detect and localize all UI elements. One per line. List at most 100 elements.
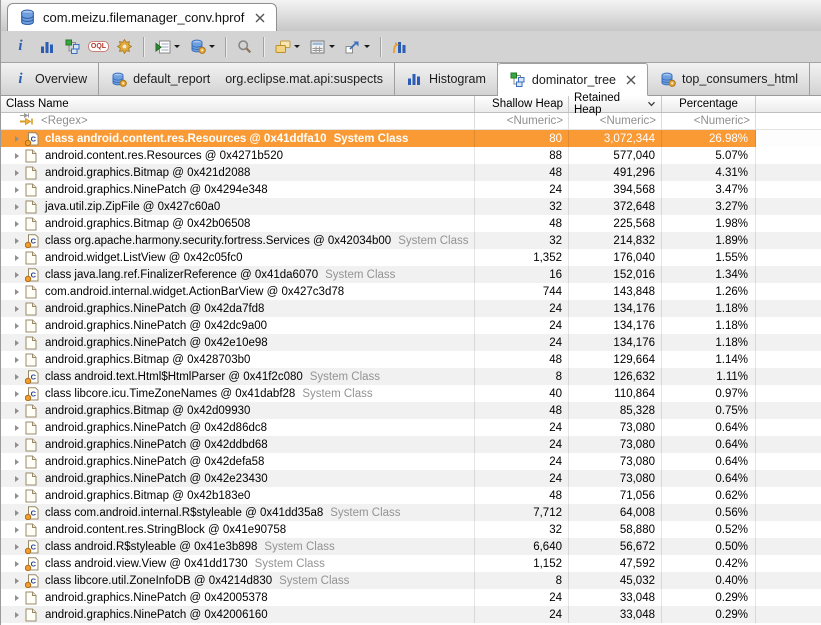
expand-toggle-icon[interactable] — [15, 204, 19, 210]
table-row[interactable]: android.graphics.NinePatch @ 0x42e234302… — [1, 470, 821, 487]
toolbar-dominator-tree-button[interactable] — [60, 35, 85, 59]
table-row[interactable]: android.graphics.Bitmap @ 0x421d20884849… — [1, 164, 821, 181]
expand-toggle-icon[interactable] — [15, 510, 19, 516]
toolbar-heap-dump-overview-button[interactable]: i — [8, 35, 33, 59]
expand-toggle-icon[interactable] — [15, 153, 19, 159]
table-row[interactable]: android.graphics.Bitmap @ 0x42b065084822… — [1, 215, 821, 232]
table-row[interactable]: android.graphics.Bitmap @ 0x42b183e04871… — [1, 487, 821, 504]
expand-toggle-icon[interactable] — [15, 374, 19, 380]
table-row[interactable]: android.graphics.NinePatch @ 0x4294e3482… — [1, 181, 821, 198]
dropdown-arrow-icon[interactable] — [364, 45, 370, 48]
regex-filter-input[interactable]: <Regex> — [1, 113, 475, 129]
table-row[interactable]: com.android.internal.widget.ActionBarVie… — [1, 283, 821, 300]
close-icon[interactable] — [255, 13, 265, 23]
class-name-cell: android.graphics.NinePatch @ 0x42e10e98 — [1, 334, 475, 351]
toolbar-expert-system-button[interactable] — [112, 35, 137, 59]
toolbar-group-result-by-button[interactable] — [270, 35, 304, 59]
column-header-class-name[interactable]: Class Name — [1, 96, 475, 112]
table-row[interactable]: android.graphics.Bitmap @ 0x428703b04812… — [1, 351, 821, 368]
table-row[interactable]: android.graphics.NinePatch @ 0x420061602… — [1, 606, 821, 623]
tab-default_report[interactable]: default_reportorg.eclipse.mat.api:suspec… — [99, 63, 395, 95]
table-row[interactable]: Cclass libcore.icu.TimeZoneNames @ 0x41d… — [1, 385, 821, 402]
expand-toggle-icon[interactable] — [15, 578, 19, 584]
expand-toggle-icon[interactable] — [15, 425, 19, 431]
object-label: class java.lang.ref.FinalizerReference @… — [45, 269, 318, 281]
table-row[interactable]: android.graphics.NinePatch @ 0x42defa582… — [1, 453, 821, 470]
table-row[interactable]: Cclass java.lang.ref.FinalizerReference … — [1, 266, 821, 283]
table-row[interactable]: android.graphics.NinePatch @ 0x42ddbd682… — [1, 436, 821, 453]
table-row[interactable]: android.graphics.NinePatch @ 0x420053782… — [1, 589, 821, 606]
expand-toggle-icon[interactable] — [15, 238, 19, 244]
expand-toggle-icon[interactable] — [15, 459, 19, 465]
editor-tab[interactable]: com.meizu.filemanager_conv.hprof — [7, 3, 277, 31]
table-row[interactable]: android.content.res.Resources @ 0x4271b5… — [1, 147, 821, 164]
expand-toggle-icon[interactable] — [15, 221, 19, 227]
expand-toggle-icon[interactable] — [15, 527, 19, 533]
expand-toggle-icon[interactable] — [15, 476, 19, 482]
system-class-badge: System Class — [302, 388, 372, 400]
table-row[interactable]: Cclass android.text.Html$HtmlParser @ 0x… — [1, 368, 821, 385]
table-row[interactable]: android.graphics.NinePatch @ 0x42da7fd82… — [1, 300, 821, 317]
expand-toggle-icon[interactable] — [15, 187, 19, 193]
table-row[interactable]: Cclass android.content.res.Resources @ 0… — [1, 130, 821, 147]
table-row[interactable]: android.graphics.NinePatch @ 0x42d86dc82… — [1, 419, 821, 436]
column-header-retained-heap[interactable]: Retained Heap — [569, 96, 662, 112]
expand-toggle-icon[interactable] — [15, 340, 19, 346]
tab-Overview[interactable]: iOverview — [1, 63, 99, 95]
expand-toggle-icon[interactable] — [15, 595, 19, 601]
table-row[interactable]: android.graphics.Bitmap @ 0x42d099304885… — [1, 402, 821, 419]
percentage-cell: 0.52% — [662, 521, 756, 538]
filter-empty — [756, 113, 821, 129]
dropdown-arrow-icon[interactable] — [294, 45, 300, 48]
expand-toggle-icon[interactable] — [15, 561, 19, 567]
expand-toggle-icon[interactable] — [15, 272, 19, 278]
tab-Histogram[interactable]: Histogram — [395, 63, 498, 95]
expand-toggle-icon[interactable] — [15, 289, 19, 295]
object-label: class android.text.Html$HtmlParser @ 0x4… — [45, 371, 303, 383]
toolbar-oql-studio-button[interactable]: OQL — [86, 35, 111, 59]
dropdown-arrow-icon[interactable] — [329, 45, 335, 48]
toolbar-histogram-button[interactable] — [34, 35, 59, 59]
table-row[interactable]: android.content.res.StringBlock @ 0x41e9… — [1, 521, 821, 538]
toolbar-run-expert-report-button[interactable] — [150, 35, 184, 59]
column-header-shallow-heap[interactable]: Shallow Heap — [475, 96, 569, 112]
toolbar-export-button[interactable] — [340, 35, 374, 59]
expand-toggle-icon[interactable] — [15, 136, 19, 142]
dropdown-arrow-icon[interactable] — [209, 45, 215, 48]
column-header-percentage[interactable]: Percentage — [662, 96, 756, 112]
table-row[interactable]: android.widget.ListView @ 0x42c05fc01,35… — [1, 249, 821, 266]
table-row[interactable]: Cclass android.R$styleable @ 0x41e3b898S… — [1, 538, 821, 555]
toolbar-compare-tables-button[interactable] — [387, 35, 412, 59]
expand-toggle-icon[interactable] — [15, 391, 19, 397]
toolbar-open-report-button[interactable] — [185, 35, 219, 59]
toolbar-calculate-retained-size-button[interactable] — [305, 35, 339, 59]
table-row[interactable]: android.graphics.NinePatch @ 0x42e10e982… — [1, 334, 821, 351]
numeric-filter-input-retained[interactable]: <Numeric> — [569, 113, 662, 129]
expand-toggle-icon[interactable] — [15, 493, 19, 499]
table-row[interactable]: android.graphics.NinePatch @ 0x42dc9a002… — [1, 317, 821, 334]
expand-toggle-icon[interactable] — [15, 544, 19, 550]
expand-toggle-icon[interactable] — [15, 442, 19, 448]
tab-top_consumers_html[interactable]: top_consumers_html — [648, 63, 810, 95]
expand-toggle-icon[interactable] — [15, 612, 19, 618]
expand-toggle-icon[interactable] — [15, 323, 19, 329]
table-row[interactable]: java.util.zip.ZipFile @ 0x427c60a032372,… — [1, 198, 821, 215]
expand-toggle-icon[interactable] — [15, 408, 19, 414]
table-row[interactable]: Cclass com.android.internal.R$styleable … — [1, 504, 821, 521]
expand-toggle-icon[interactable] — [15, 170, 19, 176]
tab-duplicate_classes[interactable]: duplicate_classes — [810, 63, 821, 95]
expand-toggle-icon[interactable] — [15, 255, 19, 261]
numeric-filter-input-percentage[interactable]: <Numeric> — [662, 113, 756, 129]
percentage-cell: 3.27% — [662, 198, 756, 215]
table-row[interactable]: Cclass org.apache.harmony.security.fortr… — [1, 232, 821, 249]
dropdown-arrow-icon[interactable] — [174, 45, 180, 48]
class-name-cell: android.graphics.Bitmap @ 0x42d09930 — [1, 402, 475, 419]
expand-toggle-icon[interactable] — [15, 357, 19, 363]
table-row[interactable]: Cclass libcore.util.ZoneInfoDB @ 0x4214d… — [1, 572, 821, 589]
percentage-cell: 0.97% — [662, 385, 756, 402]
table-row[interactable]: Cclass android.view.View @ 0x41dd1730Sys… — [1, 555, 821, 572]
numeric-filter-input-shallow[interactable]: <Numeric> — [475, 113, 569, 129]
close-icon[interactable] — [626, 75, 636, 85]
toolbar-query-browser-button[interactable] — [232, 35, 257, 59]
expand-toggle-icon[interactable] — [15, 306, 19, 312]
